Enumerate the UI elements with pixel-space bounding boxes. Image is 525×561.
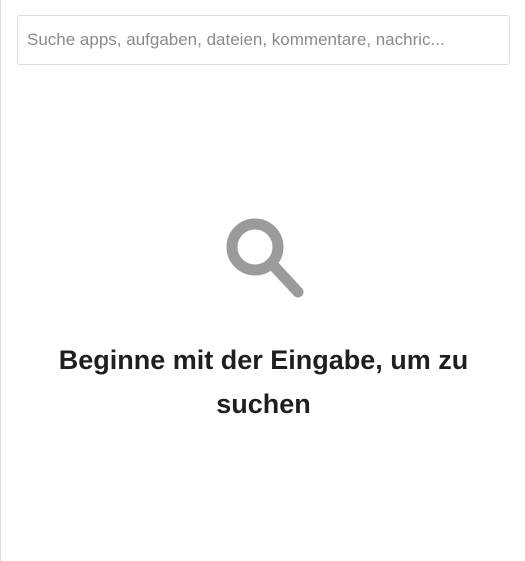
search-box[interactable] (17, 15, 510, 65)
search-input[interactable] (18, 16, 509, 64)
search-panel: Beginne mit der Eingabe, um zu suchen (0, 0, 525, 561)
search-icon (226, 218, 303, 298)
empty-state: Beginne mit der Eingabe, um zu suchen (1, 212, 525, 426)
empty-state-message: Beginne mit der Eingabe, um zu suchen (58, 345, 469, 419)
